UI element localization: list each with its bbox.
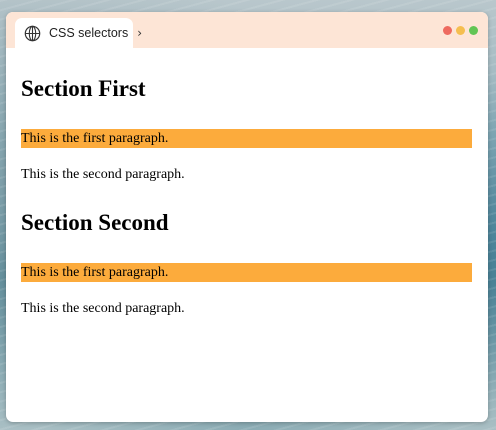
section-second-paragraph-1: This is the first paragraph.: [21, 263, 472, 282]
globe-icon: [24, 25, 41, 42]
section-first-heading: Section First: [21, 76, 146, 101]
browser-tab[interactable]: CSS selectors ›: [15, 18, 142, 48]
section-first-paragraph-1: This is the first paragraph.: [21, 129, 472, 148]
chevron-right-icon[interactable]: ›: [137, 27, 142, 39]
tab-title: CSS selectors: [49, 26, 129, 40]
section-second-paragraph-2: This is the second paragraph.: [21, 301, 185, 316]
section-first-paragraph-2: This is the second paragraph.: [21, 167, 185, 182]
close-window-button[interactable]: [443, 26, 452, 35]
window-controls: [443, 26, 478, 35]
minimize-window-button[interactable]: [456, 26, 465, 35]
page-content: Section First This is the first paragrap…: [6, 75, 488, 318]
section-second-heading: Section Second: [21, 210, 169, 235]
maximize-window-button[interactable]: [469, 26, 478, 35]
browser-window: CSS selectors › Section First This is th…: [6, 12, 488, 422]
title-bar: CSS selectors ›: [6, 12, 488, 48]
